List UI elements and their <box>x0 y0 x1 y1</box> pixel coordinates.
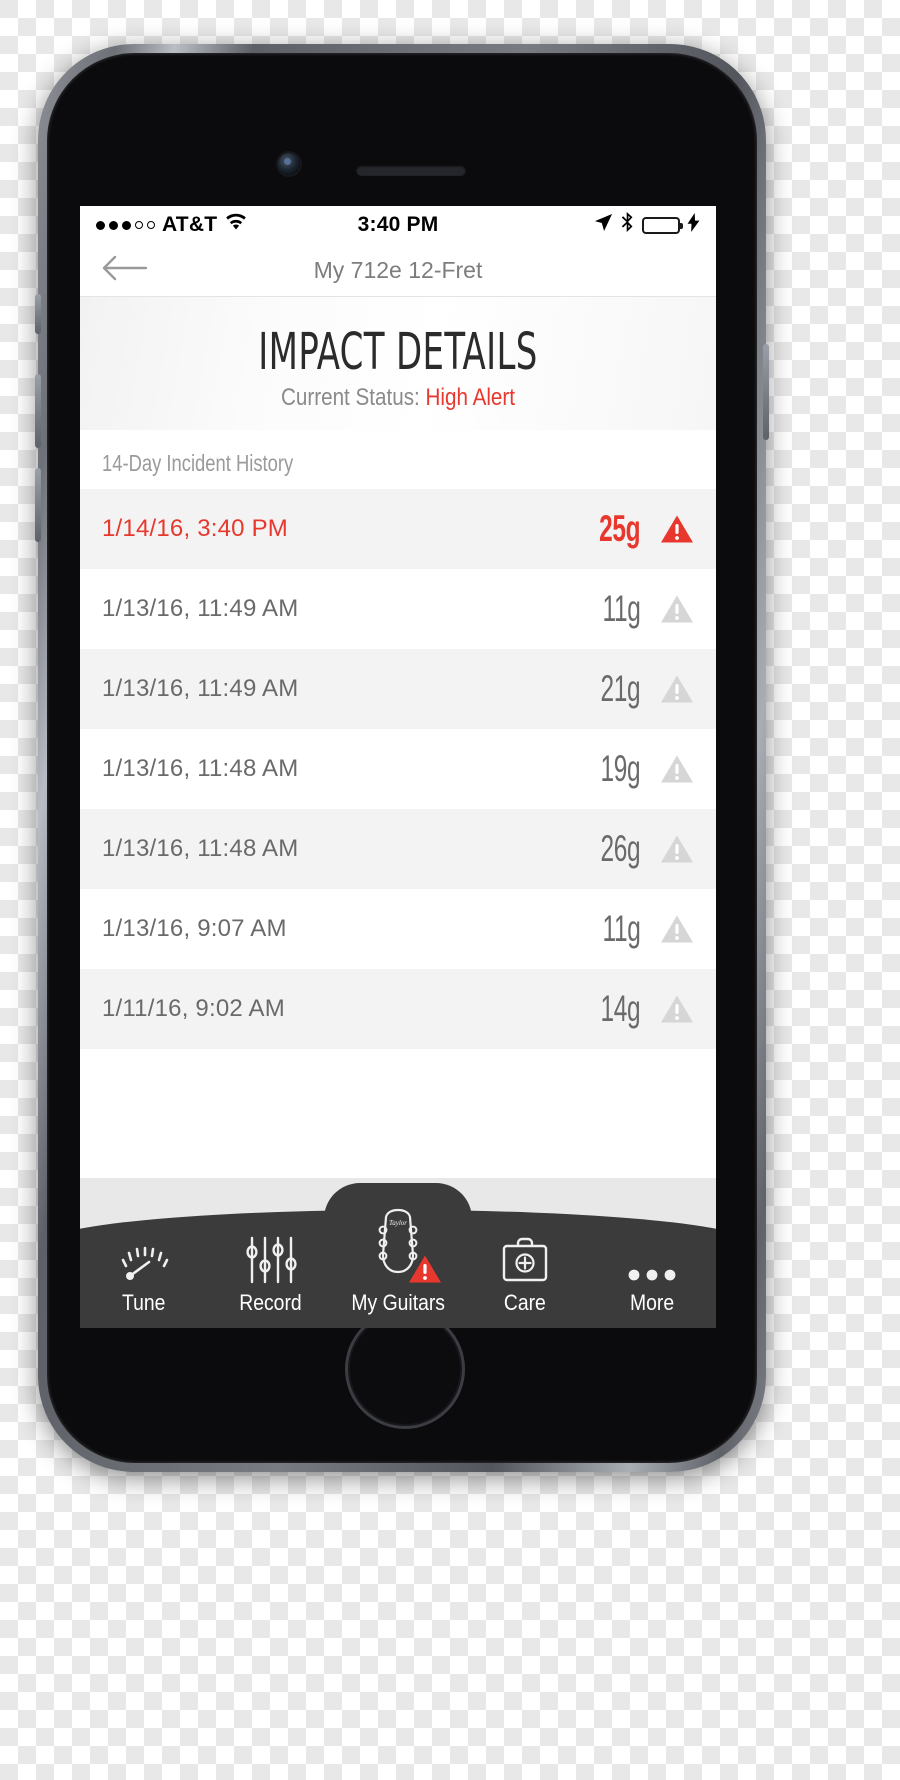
tab-alert-badge-warning-triangle-icon <box>408 1254 441 1283</box>
incident-g-force-value: 14g <box>600 988 640 1029</box>
care-case-plus-icon <box>500 1234 550 1284</box>
clock-label: 3:40 PM <box>357 213 439 236</box>
tab-my-guitars[interactable]: Taylor My Guitars <box>334 1204 461 1328</box>
tab-label: More <box>630 1290 675 1315</box>
bluetooth-icon <box>620 212 635 238</box>
app-screen: AT&T 3:40 PM My 712e 12-Fret IMPACT DETA… <box>80 206 716 1328</box>
incident-g-force-value: 21g <box>600 668 640 709</box>
incident-timestamp: 1/13/16, 11:49 AM <box>102 595 299 622</box>
incident-timestamp: 1/13/16, 11:49 AM <box>102 675 299 702</box>
ellipsis-icon <box>626 1234 678 1284</box>
table-row[interactable]: 1/13/16, 11:49 AM 11g <box>80 569 716 649</box>
tab-care[interactable]: Care <box>462 1234 589 1328</box>
table-row[interactable]: 1/13/16, 11:48 AM 26g <box>80 809 716 889</box>
tab-bar[interactable]: Tune Record Taylor My Guitars Care More <box>80 1208 716 1328</box>
warning-triangle-icon <box>660 514 694 544</box>
location-arrow-icon <box>594 213 613 238</box>
mute-switch[interactable] <box>35 294 41 334</box>
wifi-icon <box>224 213 248 237</box>
incident-g-force-value: 11g <box>602 588 640 629</box>
table-row[interactable]: 1/13/16, 11:48 AM 19g <box>80 729 716 809</box>
table-row[interactable]: 1/13/16, 11:49 AM 21g <box>80 649 716 729</box>
carrier-label: AT&T <box>162 213 218 236</box>
incident-timestamp: 1/13/16, 11:48 AM <box>102 755 299 782</box>
back-arrow-icon <box>102 255 148 286</box>
warning-triangle-icon <box>660 594 694 624</box>
back-button[interactable] <box>102 255 148 285</box>
tab-label: Care <box>504 1290 547 1315</box>
tab-more[interactable]: More <box>589 1234 716 1328</box>
status-bar-left: AT&T <box>96 213 358 237</box>
power-button[interactable] <box>763 344 769 440</box>
warning-triangle-icon <box>660 754 694 784</box>
warning-triangle-icon <box>660 834 694 864</box>
incident-timestamp: 1/13/16, 9:07 AM <box>102 915 287 942</box>
incident-list[interactable]: 1/14/16, 3:40 PM 25g 1/13/16, 11:49 AM 11g 1… <box>80 489 716 1049</box>
table-row[interactable]: 1/11/16, 9:02 AM 14g <box>80 969 716 1049</box>
front-camera-icon <box>278 153 300 175</box>
warning-triangle-icon <box>660 914 694 944</box>
battery-icon <box>642 216 684 234</box>
section-header-label: 14-Day Incident History <box>102 450 294 476</box>
earpiece-speaker <box>356 165 466 176</box>
tab-label: Tune <box>121 1290 166 1315</box>
page-title: My 712e 12-Fret <box>313 256 483 283</box>
incident-timestamp: 1/11/16, 9:02 AM <box>102 995 285 1022</box>
tab-record[interactable]: Record <box>207 1234 334 1328</box>
status-bar-right <box>438 212 700 238</box>
phone-device-frame: AT&T 3:40 PM My 712e 12-Fret IMPACT DETA… <box>35 44 769 1472</box>
volume-up-button[interactable] <box>35 374 41 448</box>
incident-g-force-value: 19g <box>600 748 640 789</box>
svg-text:Taylor: Taylor <box>389 1219 407 1227</box>
status-badge: High Alert <box>425 384 516 411</box>
warning-triangle-icon <box>660 994 694 1024</box>
list-bottom-spacer <box>80 1049 716 1079</box>
incident-timestamp: 1/14/16, 3:40 PM <box>102 515 288 542</box>
tab-bar-container: Tune Record Taylor My Guitars Care More <box>80 1178 716 1328</box>
current-status-line: Current Status: High Alert <box>125 384 672 412</box>
impact-details-header: IMPACT DETAILS Current Status: High Aler… <box>80 297 716 430</box>
status-bar: AT&T 3:40 PM <box>80 206 716 244</box>
navigation-bar: My 712e 12-Fret <box>80 244 716 297</box>
table-row[interactable]: 1/13/16, 9:07 AM 11g <box>80 889 716 969</box>
tuner-gauge-icon <box>115 1234 173 1284</box>
impact-details-heading: IMPACT DETAILS <box>258 323 538 382</box>
warning-triangle-icon <box>660 674 694 704</box>
tab-label: My Guitars <box>351 1290 445 1315</box>
tab-tune[interactable]: Tune <box>80 1234 207 1328</box>
signal-strength-dots-icon <box>96 220 155 230</box>
current-status-label: Current Status: <box>280 384 420 411</box>
incident-history-section-header: 14-Day Incident History <box>80 430 716 489</box>
tab-label: Record <box>239 1290 303 1315</box>
mixer-sliders-icon <box>245 1234 297 1284</box>
incident-g-force-value: 11g <box>602 908 640 949</box>
lightning-bolt-icon <box>687 212 700 238</box>
table-row[interactable]: 1/14/16, 3:40 PM 25g <box>80 489 716 569</box>
volume-down-button[interactable] <box>35 468 41 542</box>
incident-g-force-value: 26g <box>600 828 640 869</box>
incident-g-force-value: 25g <box>598 508 640 549</box>
incident-timestamp: 1/13/16, 11:48 AM <box>102 835 299 862</box>
